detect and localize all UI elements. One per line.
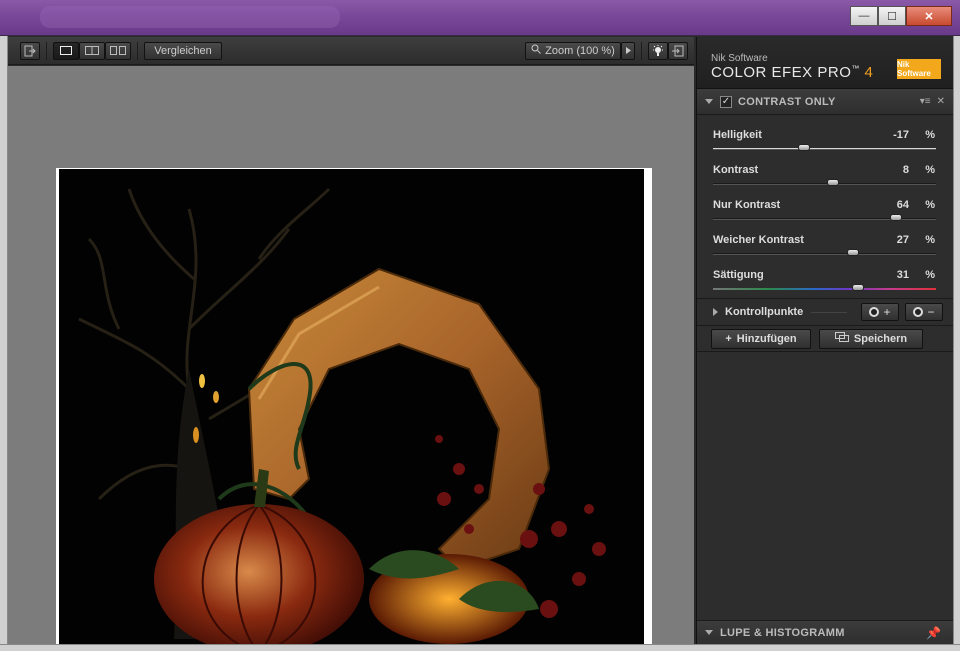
slider-handle[interactable] [847, 249, 860, 256]
slider-track[interactable] [713, 253, 936, 255]
view-mode-group [53, 41, 131, 60]
slider-track[interactable] [713, 288, 936, 290]
filter-header[interactable]: ✓ CONTRAST ONLY ▾≡ ✕ [697, 89, 953, 115]
preview-canvas[interactable] [8, 66, 694, 644]
add-button[interactable]: + Hinzufügen [711, 328, 811, 349]
slider-label: Sättigung [713, 269, 764, 281]
toolbar-divider [137, 41, 138, 60]
slider-value[interactable]: 64 [897, 199, 909, 211]
slider-list: Helligkeit -17% Kontrast 8% Nur Kontrast 64% W… [697, 115, 953, 294]
exit-icon[interactable] [20, 41, 40, 60]
zoom-dropdown[interactable]: Zoom (100 %) [525, 41, 621, 60]
slider-row: Kontrast 8% [697, 154, 953, 189]
window-titlebar: — ☐ ✕ [0, 0, 960, 36]
filter-panel: Nik Software COLOR EFEX PRO™ 4 Nik Softw… [696, 37, 953, 644]
minimize-button[interactable]: — [850, 6, 878, 26]
titlebar-glow [40, 6, 340, 28]
zoom-arrow-icon[interactable] [621, 41, 635, 60]
brand-header: Nik Software COLOR EFEX PRO™ 4 Nik Softw… [697, 37, 953, 89]
slider-unit: % [925, 234, 935, 246]
slider-label: Kontrast [713, 164, 759, 176]
slider-value[interactable]: 31 [897, 269, 909, 281]
window-frame-right [953, 36, 960, 651]
remove-control-point-button[interactable]: − [905, 303, 943, 321]
control-point-icon [913, 307, 924, 317]
control-points-row: Kontrollpunkte + − [697, 298, 953, 326]
nik-logo: Nik Software [897, 59, 941, 79]
slider-label: Nur Kontrast [713, 199, 781, 211]
slider-unit: % [925, 164, 935, 176]
close-button[interactable]: ✕ [906, 6, 952, 26]
window-frame-bottom [0, 644, 960, 651]
divider-line [811, 311, 847, 313]
slider-value[interactable]: 27 [897, 234, 909, 246]
product-name: COLOR EFEX PRO™ 4 [711, 64, 874, 81]
remove-filter-icon[interactable]: ✕ [937, 96, 945, 107]
slider-value[interactable]: -17 [893, 129, 909, 141]
slider-row: Weicher Kontrast 27% [697, 224, 953, 259]
split-view-icon[interactable] [79, 41, 105, 60]
slider-unit: % [925, 269, 935, 281]
toolbar-divider [46, 41, 47, 60]
filter-enable-checkbox[interactable]: ✓ [720, 95, 732, 108]
expand-icon[interactable] [713, 308, 718, 316]
slider-value[interactable]: 8 [903, 164, 909, 176]
loupe-histogram-header[interactable]: LUPE & HISTOGRAMM 📌 [697, 620, 953, 644]
lightbulb-icon[interactable] [648, 41, 668, 60]
action-buttons: + Hinzufügen Speichern [697, 326, 953, 352]
slider-handle[interactable] [851, 284, 864, 291]
add-control-point-button[interactable]: + [861, 303, 899, 321]
slider-handle[interactable] [798, 144, 811, 151]
loupe-title: LUPE & HISTOGRAMM [720, 626, 845, 639]
slider-track[interactable] [713, 218, 936, 220]
maximize-button[interactable]: ☐ [878, 6, 906, 26]
collapse-icon[interactable] [705, 99, 713, 104]
side-by-side-view-icon[interactable] [105, 41, 131, 60]
slider-label: Helligkeit [713, 129, 762, 141]
window-controls: — ☐ ✕ [850, 6, 952, 26]
fullscreen-icon[interactable] [668, 41, 688, 60]
pin-icon[interactable]: 📌 [926, 626, 941, 640]
window-frame-left [0, 36, 8, 651]
single-view-icon[interactable] [53, 41, 79, 60]
zoom-label: Zoom (100 %) [545, 44, 615, 57]
slider-row: Nur Kontrast 64% [697, 189, 953, 224]
slider-track[interactable] [713, 148, 936, 150]
slider-handle[interactable] [889, 214, 902, 221]
compare-button[interactable]: Vergleichen [144, 41, 222, 60]
magnifier-icon [531, 44, 541, 57]
collapse-icon[interactable] [705, 630, 713, 635]
vendor-name: Nik Software [711, 53, 768, 64]
slider-unit: % [925, 129, 935, 141]
slider-row: Sättigung 31% [697, 259, 953, 294]
main-toolbar: Vergleichen Zoom (100 %) [8, 37, 694, 65]
toolbar-divider [641, 41, 642, 60]
slider-row: Helligkeit -17% [697, 119, 953, 154]
plus-icon: + [725, 332, 732, 345]
preview-image [59, 169, 644, 644]
save-button[interactable]: Speichern [819, 328, 923, 349]
slider-handle[interactable] [827, 179, 840, 186]
slider-unit: % [925, 199, 935, 211]
filter-menu-icon[interactable]: ▾≡ [920, 96, 931, 107]
control-points-label: Kontrollpunkte [725, 306, 804, 318]
save-preset-icon [834, 332, 849, 345]
slider-label: Weicher Kontrast [713, 234, 804, 246]
slider-track[interactable] [713, 183, 936, 185]
filter-title: CONTRAST ONLY [738, 95, 836, 108]
control-point-icon [869, 307, 880, 317]
